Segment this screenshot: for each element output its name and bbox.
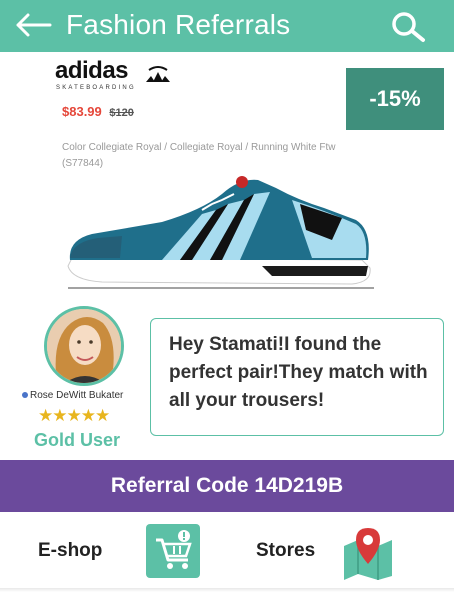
sneaker-image: [67, 176, 374, 289]
referrer-profile[interactable]: Rose DeWitt Bukater ★★★★★ Gold User: [22, 302, 142, 454]
page-title: Fashion Referrals: [66, 9, 291, 40]
back-arrow-icon[interactable]: [14, 11, 54, 39]
shopping-cart-icon: [156, 530, 192, 569]
eshop-nav-label[interactable]: E-shop: [38, 540, 102, 562]
map-pin-icon[interactable]: [340, 524, 396, 580]
product-card[interactable]: adidas SKATEBOARDING $83.99 $120 Color C…: [0, 52, 454, 296]
brand-name: adidas: [55, 57, 129, 84]
discount-badge: -15%: [346, 68, 444, 130]
adidas-trefoil-icon: [146, 66, 170, 82]
current-price: $83.99: [62, 104, 102, 119]
app-header: Fashion Referrals: [0, 0, 454, 52]
user-name-text: Rose DeWitt Bukater: [30, 390, 124, 401]
product-color-description: Color Collegiate Royal / Collegiate Roya…: [62, 142, 336, 169]
eshop-nav-button[interactable]: [146, 524, 200, 578]
user-tier: Gold User: [34, 430, 121, 450]
online-dot-icon: [22, 392, 28, 399]
search-icon[interactable]: [390, 11, 426, 43]
referral-code-bar[interactable]: Referral Code 14D219B: [0, 460, 454, 512]
rating-stars: ★★★★★: [38, 406, 110, 425]
bottom-nav: E-shop Stores: [0, 512, 454, 592]
price: $83.99 $120: [62, 104, 134, 119]
referral-message: Hey Stamati!I found the perfect pair!The…: [150, 318, 444, 436]
original-price: $120: [109, 107, 134, 119]
user-photo: [47, 309, 121, 383]
bottom-divider: [0, 588, 454, 592]
avatar[interactable]: [44, 306, 124, 386]
brand-logo: adidas SKATEBOARDING: [55, 57, 185, 91]
user-name: Rose DeWitt Bukater: [22, 390, 152, 401]
stores-nav-label[interactable]: Stores: [256, 540, 315, 562]
brand-subtitle: SKATEBOARDING: [56, 85, 136, 91]
